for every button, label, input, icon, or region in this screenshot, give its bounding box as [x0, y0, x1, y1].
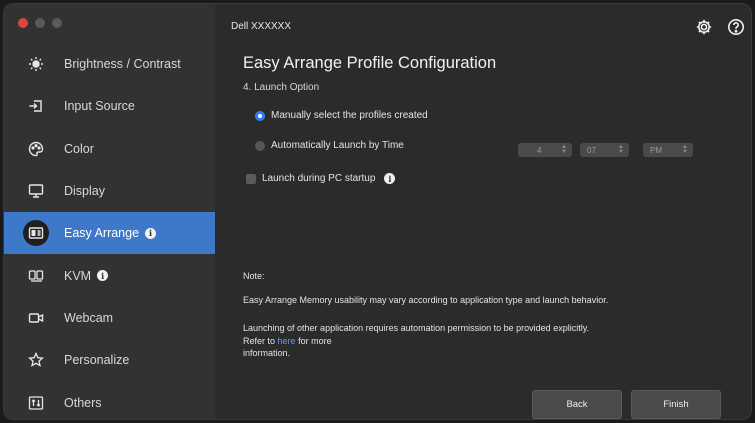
info-icon[interactable]: i — [97, 270, 109, 282]
sidebar-item-brightness-contrast[interactable]: Brightness / Contrast — [4, 43, 215, 85]
stepper-arrows-icon[interactable]: ▲ ▼ — [618, 144, 624, 155]
window-controls — [18, 18, 62, 28]
radio-auto-launch[interactable]: Automatically Launch by Time — [255, 140, 404, 151]
minimize-window-button[interactable] — [35, 18, 45, 28]
device-title: Dell XXXXXX — [231, 21, 292, 32]
note-line-2: Launching of other application requires … — [243, 323, 590, 333]
display-monitor-icon — [23, 178, 49, 204]
sidebar-item-label: Color — [64, 141, 94, 156]
sidebar-item-webcam[interactable]: Webcam — [4, 297, 215, 339]
radio-manual-select[interactable]: Manually select the profiles created — [255, 110, 428, 121]
minute-stepper[interactable]: 07 ▲ ▼ — [580, 143, 629, 157]
help-link[interactable]: here — [278, 336, 296, 346]
ampm-stepper[interactable]: PM ▲ ▼ — [643, 143, 693, 157]
app-window: Brightness / Contrast Input Source Color… — [3, 3, 752, 420]
sidebar-item-others[interactable]: Others — [4, 381, 215, 419]
sidebar-item-label: Personalize — [64, 353, 130, 368]
sidebar-nav: Brightness / Contrast Input Source Color… — [4, 43, 215, 419]
sidebar-item-label: Display — [64, 184, 105, 199]
stepper-arrows-icon[interactable]: ▲ ▼ — [561, 144, 567, 155]
sidebar-item-color[interactable]: Color — [4, 128, 215, 170]
radio-selected-icon[interactable] — [255, 110, 265, 121]
hour-stepper[interactable]: 4 ▲ ▼ — [518, 143, 572, 157]
ampm-value: PM — [650, 145, 662, 155]
info-icon[interactable]: i — [384, 173, 396, 184]
star-icon — [23, 347, 49, 373]
minute-value: 07 — [587, 145, 596, 155]
sidebar-item-label: Input Source — [64, 99, 135, 114]
page-title: Easy Arrange Profile Configuration — [243, 54, 497, 72]
sidebar-item-personalize[interactable]: Personalize — [4, 339, 215, 381]
kvm-icon — [23, 263, 49, 289]
maximize-window-button[interactable] — [52, 18, 62, 28]
section-label: 4. Launch Option — [243, 82, 320, 93]
info-icon[interactable]: i — [145, 227, 157, 239]
sidebar: Brightness / Contrast Input Source Color… — [4, 4, 215, 419]
sidebar-item-label: Others — [64, 395, 102, 410]
brightness-icon — [23, 51, 49, 77]
sidebar-item-label: KVM — [64, 268, 92, 283]
finish-button[interactable]: Finish — [631, 390, 721, 419]
note-heading: Note: — [243, 271, 265, 281]
sidebar-item-label: Brightness / Contrast — [64, 57, 181, 72]
note-information: information. — [243, 348, 291, 358]
sidebar-item-display[interactable]: Display — [4, 170, 215, 212]
close-window-button[interactable] — [18, 18, 28, 28]
sidebar-item-easy-arrange[interactable]: Easy Arrange i — [4, 212, 215, 255]
checkbox-label: Launch during PC startup — [262, 173, 376, 184]
webcam-icon — [23, 305, 49, 331]
note-refer: Refer to here for more — [243, 335, 332, 347]
note-for-more-text: for more — [298, 336, 332, 346]
note-refer-text: Refer to — [243, 336, 276, 346]
sidebar-item-kvm[interactable]: KVM i — [4, 254, 215, 296]
easy-arrange-icon — [23, 220, 49, 247]
main-panel: Dell XXXXXX Easy Arrange Profile Configu… — [215, 4, 751, 419]
sidebar-item-label: Webcam — [64, 310, 114, 325]
hour-value: 4 — [537, 145, 542, 155]
input-source-icon — [23, 93, 49, 119]
back-button[interactable]: Back — [532, 390, 622, 419]
sidebar-item-input-source[interactable]: Input Source — [4, 85, 215, 127]
radio-label: Automatically Launch by Time — [271, 140, 404, 151]
note-line-1: Easy Arrange Memory usability may vary a… — [243, 295, 609, 305]
others-icon — [23, 390, 49, 416]
stepper-arrows-icon[interactable]: ▲ ▼ — [682, 144, 688, 155]
color-palette-icon — [23, 136, 49, 162]
gear-icon[interactable] — [695, 18, 713, 36]
checkbox-icon[interactable] — [246, 173, 256, 184]
radio-unselected-icon[interactable] — [255, 140, 265, 151]
radio-label: Manually select the profiles created — [271, 110, 428, 121]
sidebar-item-label: Easy Arrange — [64, 226, 140, 241]
checkbox-launch-startup[interactable]: Launch during PC startup i — [246, 173, 396, 184]
help-icon[interactable] — [727, 18, 745, 36]
